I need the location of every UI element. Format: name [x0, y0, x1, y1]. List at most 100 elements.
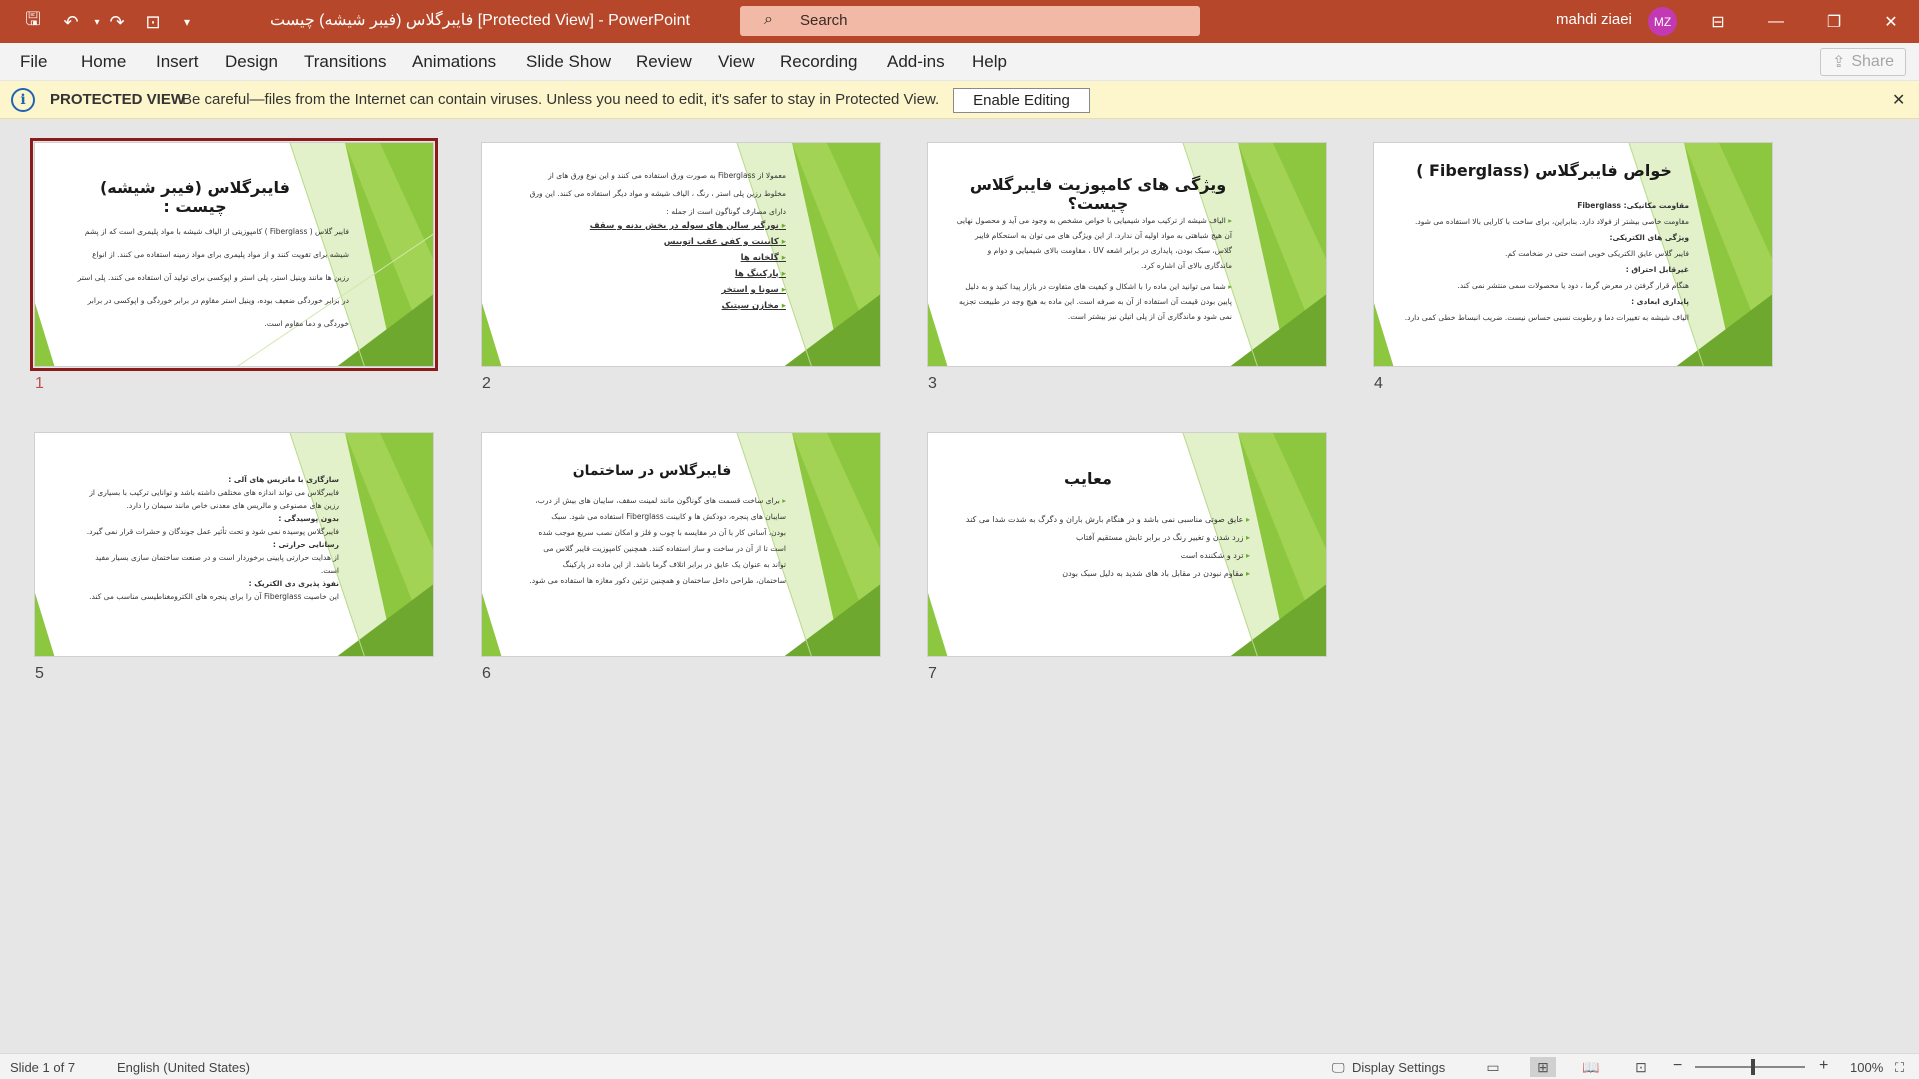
restore-icon[interactable]: ❐ [1806, 0, 1862, 43]
redo-icon[interactable]: ↷ [104, 9, 130, 35]
slide-text-line: فایبر گلاس عایق الکتریکی خوبی است حتی در… [1504, 249, 1689, 258]
reading-view-icon[interactable]: 📖 [1578, 1057, 1604, 1077]
enable-editing-button[interactable]: Enable Editing [953, 88, 1090, 113]
share-button[interactable]: ⇪ Share [1820, 48, 1906, 76]
close-message-icon[interactable]: ✕ [1892, 90, 1905, 110]
user-name[interactable]: mahdi ziaei [1556, 11, 1632, 28]
slide-thumbnail-3[interactable]: ویژگی های کامپوزیت فایبرگلاس چیست؟ الیاف… [927, 142, 1327, 367]
save-icon[interactable]: 🖫 [20, 9, 46, 35]
slide-thumbnail-6[interactable]: فایبرگلاس در ساختمان برای ساخت قسمت های … [481, 432, 881, 657]
slide-text-line: رسانایی حرارتی : [272, 540, 339, 549]
customize-toolbar-icon[interactable]: ▾ [174, 9, 200, 35]
slide-text-line: الیاف شیشه به تغییرات دما و رطوبت نسبی ح… [1404, 313, 1689, 322]
zoom-slider[interactable] [1695, 1066, 1805, 1068]
zoom-out-icon[interactable]: − [1673, 1057, 1682, 1075]
display-settings-icon[interactable]: 🖵 [1332, 1060, 1345, 1076]
tab-view[interactable]: View [718, 52, 755, 72]
minimize-icon[interactable]: — [1748, 0, 1804, 43]
slide-text-line: سایبان های پنجره، دودکش ها و کابینت Fibe… [551, 512, 786, 521]
slide-body: عایق صوتی مناسبی نمی باشد و در هنگام بار… [930, 511, 1250, 583]
tab-review[interactable]: Review [636, 52, 692, 72]
slide-thumbnail-7[interactable]: معایب عایق صوتی مناسبی نمی باشد و در هنگ… [927, 432, 1327, 657]
slide-text-line: گلاس، سبک بودن، پایداری در برابر اشعه UV… [987, 246, 1232, 255]
slide-text-line: مقاومت خاصی بیشتر از فولاد دارد. بنابرای… [1415, 217, 1689, 226]
slide-text-line: شما می توانید این ماده را با اشکال و کیف… [942, 279, 1232, 294]
slide-sorter-view-icon[interactable]: ⊞ [1530, 1057, 1556, 1077]
fit-to-window-icon[interactable]: ⛶ [1895, 1060, 1904, 1076]
slide-text-line: پایداری ابعادی : [1631, 297, 1689, 306]
slide-text-line: فایبرگلاس می تواند اندازه های مختلفی داش… [89, 488, 339, 497]
slide-thumbnail-5[interactable]: سازگاری با ماتریس های آلی : فایبرگلاس می… [34, 432, 434, 657]
slide-text-line: مخلوط رزین پلی استر ، رنگ ، الیاف شیشه و… [529, 189, 786, 198]
slide-text-line: هنگام قرار گرفتن در معرض گرما ، دود یا م… [1457, 281, 1689, 290]
zoom-level[interactable]: 100% [1850, 1060, 1883, 1075]
avatar[interactable]: MZ [1648, 7, 1677, 36]
close-icon[interactable]: ✕ [1863, 0, 1919, 43]
slide-text-line: ساختمان، طراحی داخل ساختمان و همچنین تزئ… [529, 576, 786, 585]
slide-thumbnail-2[interactable]: معمولا از Fiberglass به صورت ورق استفاده… [481, 142, 881, 367]
search-placeholder: Search [800, 12, 848, 29]
tab-home[interactable]: Home [81, 52, 126, 72]
ribbon-display-icon[interactable]: ⊟ [1690, 0, 1746, 43]
slide-text-line: مقاوم نبودن در مقابل باد های شدید به دلی… [930, 565, 1250, 583]
slide-text-line: ترد و شکننده است [930, 547, 1250, 565]
window-title: فایبرگلاس (فیبر شیشه) چیست [Protected Vi… [270, 12, 690, 29]
slide-text-line: بدون پوسیدگی : [278, 514, 339, 523]
slide-body: فایبر گلاس ( Fiberglass ) کامپوزیتی از ا… [49, 225, 349, 330]
slide-number: 3 [928, 375, 937, 392]
slide-text-line: غیرقابل احتراق : [1625, 265, 1689, 274]
slide-sorter: فایبرگلاس (فیبر شیشه) چیست : فایبر گلاس … [0, 120, 1919, 1053]
search-box[interactable]: ⌕ Search [740, 6, 1200, 36]
slide-text-line: دارای مصارف گوناگون است از جمله : [666, 207, 786, 216]
slide-text-line: پایین بودن قیمت آن استفاده از آن به صرفه… [958, 297, 1232, 306]
slide-count: Slide 1 of 7 [10, 1060, 76, 1075]
slide-body: معمولا از Fiberglass به صورت ورق استفاده… [496, 169, 786, 314]
undo-icon[interactable]: ↶ [58, 9, 84, 35]
slide-show-view-icon[interactable]: ⊡ [1628, 1057, 1654, 1077]
tab-animations[interactable]: Animations [412, 52, 496, 72]
slide-text-line: مقاومت مکانیکی: Fiberglass [1577, 201, 1689, 210]
tab-design[interactable]: Design [225, 52, 278, 72]
slide-text-line: رزین ها مانند وینیل استر، پلی استر و اپو… [77, 273, 349, 282]
zoom-slider-thumb[interactable] [1751, 1059, 1755, 1075]
slide-text-line: از هدایت حرارتی پایینی برخوردار است و در… [95, 553, 339, 562]
slide-text-line: است تا از آن در ساخت و ساز استفاده کنند.… [543, 544, 786, 553]
display-settings-button[interactable]: Display Settings [1352, 1060, 1445, 1075]
tab-add-ins[interactable]: Add-ins [887, 52, 945, 72]
slide-number: 5 [35, 665, 44, 682]
slide-text-line: نمی شود و ماندگاری آن از پلی اتیلن نیز ب… [1067, 312, 1232, 321]
slide-text-line: بودن، آسانی کار با آن در مقایسه با چوب و… [538, 528, 786, 537]
tab-insert[interactable]: Insert [156, 52, 199, 72]
slide-text-line: الیاف شیشه از ترکیب مواد شیمیایی با خواص… [942, 213, 1232, 228]
present-icon[interactable]: ⊡ [140, 9, 166, 35]
list-item: کابینت و کفی عقب اتوبیس [496, 234, 786, 250]
slide-body: مقاومت مکانیکی: Fiberglass مقاومت خاصی ب… [1384, 198, 1689, 326]
slide-thumbnail-4[interactable]: خواص فایبرگلاس (Fiberglass ) مقاومت مکان… [1373, 142, 1773, 367]
slide-text-line: این خاصیت Fiberglass آن را برای پنجره ها… [89, 592, 339, 601]
tab-file[interactable]: File [20, 52, 47, 72]
slide-thumbnail-1[interactable]: فایبرگلاس (فیبر شیشه) چیست : فایبر گلاس … [30, 138, 438, 371]
language-indicator[interactable]: English (United States) [117, 1060, 250, 1075]
slide-text-line: برای ساخت قسمت های گوناگون مانند لمینت س… [496, 493, 786, 509]
title-bar: 🖫 ↶ ▾ ↷ ⊡ ▾ فایبرگلاس (فیبر شیشه) چیست [… [0, 0, 1919, 43]
list-item: گلخانه ها [496, 250, 786, 266]
slide-text-line: در برابر خوردگی ضعیف بوده، وینیل استر مق… [87, 296, 349, 305]
slide-number: 4 [1374, 375, 1383, 392]
list-item: مخازن سپتیک [496, 298, 786, 314]
slide-number: 6 [482, 665, 491, 682]
slide-text-line: نفوذ پذیری دی الکتریک : [248, 579, 339, 588]
normal-view-icon[interactable]: ▭ [1480, 1057, 1506, 1077]
tab-transitions[interactable]: Transitions [304, 52, 387, 72]
zoom-in-icon[interactable]: + [1819, 1057, 1828, 1075]
list-item: پارکینگ ها [496, 266, 786, 282]
slide-title: فایبرگلاس در ساختمان [572, 463, 732, 479]
slide-text-line: آن هیچ شباهتی به مواد اولیه آن ندارد. از… [974, 231, 1232, 240]
slide-title: معایب [1064, 469, 1112, 488]
tab-slide-show[interactable]: Slide Show [526, 52, 611, 72]
slide-text-line: ماندگاری بالای آن اشاره کرد. [1141, 261, 1232, 270]
tab-recording[interactable]: Recording [780, 52, 858, 72]
slide-number: 1 [35, 375, 44, 392]
tab-help[interactable]: Help [972, 52, 1007, 72]
slide-text-line: تواند به عنوان یک عایق در برابر اتلاف گر… [562, 560, 787, 569]
slide-number: 2 [482, 375, 491, 392]
